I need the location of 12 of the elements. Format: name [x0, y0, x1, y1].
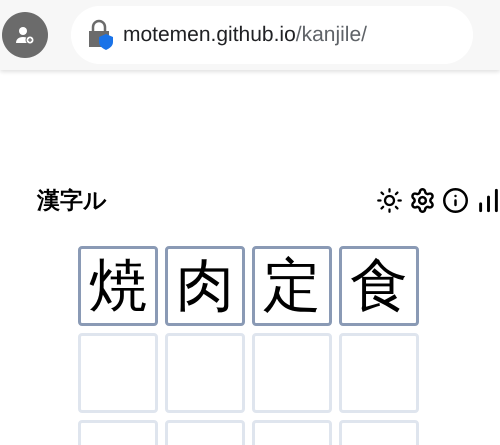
letter-tile: 焼	[78, 246, 158, 326]
letter-tile: 食	[339, 246, 419, 326]
theme-icon[interactable]	[376, 186, 403, 214]
profile-icon[interactable]	[2, 12, 48, 58]
address-bar[interactable]: motemen.github.io/kanjile/	[71, 6, 473, 64]
info-icon[interactable]	[442, 186, 469, 214]
url-text: motemen.github.io/kanjile/	[123, 22, 367, 48]
app-title: 漢字ル	[37, 186, 107, 215]
settings-icon[interactable]	[409, 186, 436, 214]
letter-tile: 定	[252, 246, 332, 326]
letter-tile: 肉	[165, 246, 245, 326]
lock-icon	[87, 19, 115, 51]
